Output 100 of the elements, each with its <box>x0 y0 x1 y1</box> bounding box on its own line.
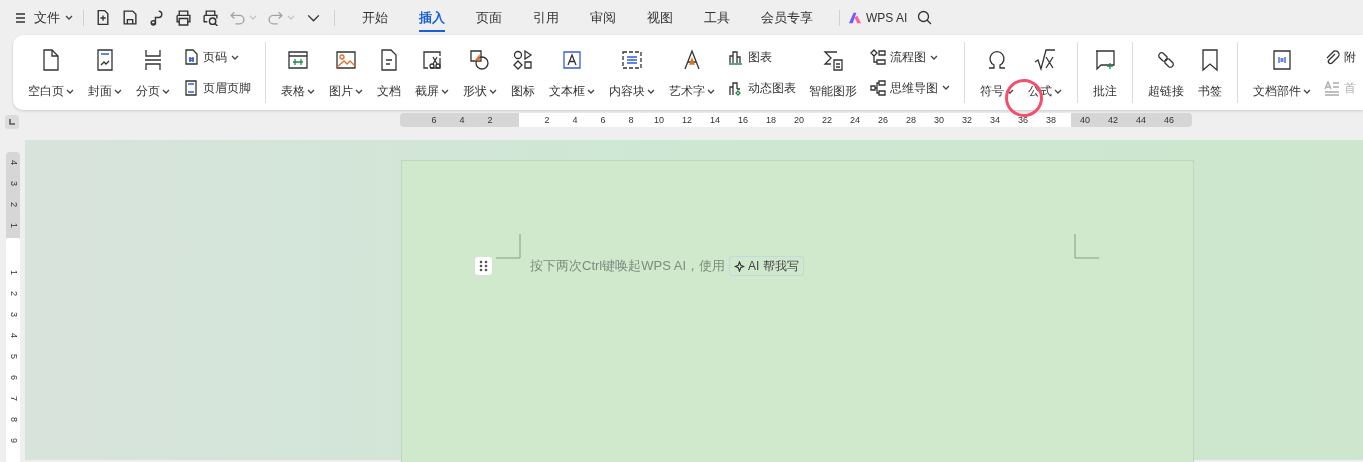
caret-icon <box>942 85 950 91</box>
menu-tab[interactable]: 页面 <box>463 0 515 35</box>
ribbon-button[interactable]: 分页 <box>129 40 177 105</box>
menu-tab[interactable]: 引用 <box>520 0 572 35</box>
menu-tab[interactable]: 开始 <box>349 0 401 35</box>
toolbar-button[interactable] <box>175 9 192 26</box>
ribbon-button[interactable]: 附 <box>1324 48 1356 67</box>
ribbon-button[interactable]: 图标 <box>504 40 542 105</box>
caret-icon <box>441 88 449 94</box>
menu-tab[interactable]: 视图 <box>634 0 686 35</box>
ruler-number: 2 <box>7 201 20 209</box>
ribbon-button[interactable]: 图表 <box>728 48 796 67</box>
ruler-number: 8 <box>627 114 635 127</box>
ruler-number: 8 <box>7 416 20 424</box>
ribbon-button[interactable]: 封面 <box>81 40 129 105</box>
format-painter-icon <box>148 9 165 26</box>
file-menu[interactable]: 文件 <box>34 7 73 28</box>
caret-icon <box>307 88 315 94</box>
menu-tab[interactable]: 插入 <box>406 0 458 35</box>
wps-ai-icon <box>848 10 862 25</box>
ribbon-button[interactable]: 思维导图 <box>870 78 950 97</box>
bar-chart-icon <box>728 49 744 66</box>
toolbar-button[interactable] <box>202 9 219 26</box>
comment-add-icon <box>1093 48 1117 72</box>
tab-stop-button[interactable] <box>5 115 19 129</box>
ribbon-button[interactable]: 形状 <box>456 40 504 105</box>
search-icon <box>917 9 934 26</box>
caret-icon <box>1303 88 1311 94</box>
hint-text: 按下两次Ctrl键唤起WPS AI，使用 <box>530 257 725 276</box>
caret-icon <box>231 54 239 60</box>
ruler-number: 2 <box>543 114 551 127</box>
wps-ai-button[interactable]: WPS AI <box>848 8 908 27</box>
ruler-number: 26 <box>877 114 889 127</box>
ribbon-button[interactable]: 超链接 <box>1141 40 1191 105</box>
ruler-number: 12 <box>681 114 693 127</box>
screenshot-icon <box>420 48 444 72</box>
toolbar-button[interactable] <box>121 9 138 26</box>
ribbon-button[interactable]: 文档部件 <box>1246 40 1318 105</box>
content-block-icon <box>620 48 644 72</box>
shapes-icon <box>468 48 492 72</box>
ribbon-button[interactable]: 批注 <box>1086 40 1124 105</box>
caret-icon <box>707 88 715 94</box>
save-icon <box>121 9 138 26</box>
ribbon-button[interactable]: 表格 <box>274 40 322 105</box>
ruler-number: 16 <box>737 114 749 127</box>
undo-icon <box>229 9 246 26</box>
ruler-number: 30 <box>933 114 945 127</box>
margin-corner-icon <box>1074 234 1099 259</box>
ruler-number: 2 <box>7 290 20 298</box>
menu-tab[interactable]: 会员专享 <box>748 0 826 35</box>
caret-icon <box>249 15 257 20</box>
menu-icon <box>15 11 26 24</box>
toolbar-button[interactable] <box>148 9 165 26</box>
table-icon <box>286 48 310 72</box>
menu-tab[interactable]: 工具 <box>691 0 743 35</box>
text-box-icon <box>560 48 584 72</box>
ruler-number: 44 <box>1135 114 1147 127</box>
ribbon-button[interactable]: 空白页 <box>21 40 81 105</box>
ribbon-button[interactable]: 书签 <box>1191 40 1229 105</box>
ruler-number: 10 <box>653 114 665 127</box>
ribbon-button[interactable]: 图片 <box>322 40 370 105</box>
ruler-number: 4 <box>571 114 579 127</box>
ruler-number: 4 <box>458 114 466 127</box>
ribbon-button[interactable]: 内容块 <box>602 40 662 105</box>
ribbon-button[interactable]: 文本框 <box>542 40 602 105</box>
caret-icon <box>1006 88 1014 94</box>
smart-graphic-icon <box>821 48 845 72</box>
ribbon-button[interactable]: 文档 <box>370 40 408 105</box>
ribbon-button[interactable]: 页码 <box>183 48 251 67</box>
ruler-number: 28 <box>905 114 917 127</box>
caret-icon <box>287 15 295 20</box>
ribbon-button[interactable]: 公式 <box>1021 40 1069 105</box>
menu-tab[interactable]: 审阅 <box>577 0 629 35</box>
paperclip-icon <box>1324 49 1340 66</box>
ribbon-button[interactable]: 页眉页脚 <box>183 78 251 97</box>
ruler-number: 20 <box>793 114 805 127</box>
caret-icon <box>1054 88 1062 94</box>
caret-icon <box>930 54 938 60</box>
ruler-number: 2 <box>486 114 494 127</box>
mind-map-icon <box>870 79 886 96</box>
ribbon-button[interactable]: 动态图表 <box>728 78 796 97</box>
caret-icon <box>355 88 363 94</box>
print-icon <box>175 9 192 26</box>
ribbon-button[interactable]: 智能图形 <box>802 40 864 105</box>
redo-icon <box>267 9 284 26</box>
ribbon-button[interactable]: 艺术字 <box>662 40 722 105</box>
caret-icon <box>587 88 595 94</box>
caret-icon <box>65 15 73 20</box>
ribbon-button[interactable]: 符号 <box>973 40 1021 105</box>
ribbon-button[interactable]: 截屏 <box>408 40 456 105</box>
print-preview-icon <box>202 9 219 26</box>
ruler-number: 3 <box>7 311 20 319</box>
ai-write-button[interactable]: AI 帮我写 <box>729 256 804 276</box>
icons-icon <box>511 48 535 72</box>
ribbon-button[interactable]: 流程图 <box>870 48 950 67</box>
drop-cap-icon <box>1324 79 1340 96</box>
drag-handle[interactable] <box>475 257 492 275</box>
ruler-number: 6 <box>430 114 438 127</box>
ruler-number: 6 <box>599 114 607 127</box>
ruler-number: 38 <box>1045 114 1057 127</box>
